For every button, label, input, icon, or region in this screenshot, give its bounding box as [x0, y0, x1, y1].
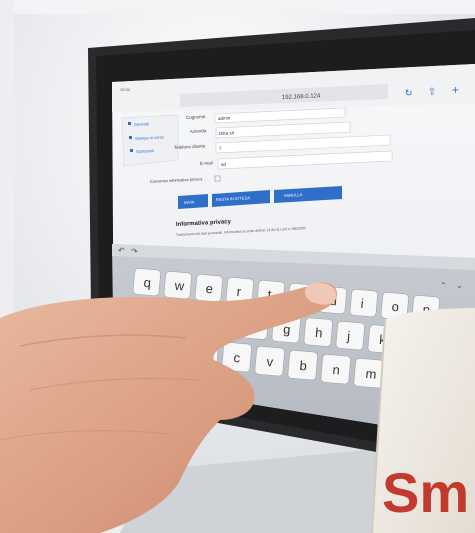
- new-tab-icon[interactable]: +: [452, 83, 459, 97]
- svg-text:INVIA: INVIA: [184, 199, 195, 205]
- chevron-down-icon[interactable]: ⌄: [456, 281, 463, 290]
- field-label-email: E-mail: [200, 160, 213, 166]
- sidebar-item-stampanti[interactable]: Stampanti: [136, 148, 154, 154]
- key-j[interactable]: [335, 321, 365, 351]
- svg-text:ANNULLA: ANNULLA: [284, 192, 303, 198]
- field-label-azienda: Azienda: [190, 128, 207, 134]
- svg-text:Ditta srl: Ditta srl: [219, 130, 235, 136]
- sidebar-item-generali[interactable]: Generali: [134, 121, 149, 127]
- key-label: h: [315, 325, 324, 341]
- sidebar: Generali Stampa in corso Stampanti: [121, 114, 179, 167]
- key-label: b: [299, 358, 308, 374]
- key-label: m: [365, 366, 377, 382]
- key-label: o: [391, 299, 400, 315]
- key-label: q: [143, 275, 152, 291]
- redo-icon[interactable]: ↷: [131, 247, 138, 256]
- field-label-cognome: Cognome: [186, 114, 206, 120]
- status-time: 10:34: [120, 87, 131, 92]
- key-label: e: [205, 281, 214, 297]
- photo-scene: 10:34 192.168.0.124 ↻ ⇧ + Generali Stamp…: [0, 0, 475, 533]
- svg-text:ad: ad: [221, 162, 227, 167]
- share-icon[interactable]: ⇧: [428, 87, 437, 98]
- key-label: w: [173, 278, 185, 294]
- foreground-card: Sm: [371, 308, 475, 533]
- chevron-up-icon[interactable]: ⌃: [440, 281, 447, 290]
- scene-svg: 10:34 192.168.0.124 ↻ ⇧ + Generali Stamp…: [0, 0, 475, 533]
- consent-checkbox[interactable]: [214, 175, 221, 182]
- card-text: Sm: [382, 461, 469, 524]
- key-label: n: [332, 362, 341, 378]
- undo-icon[interactable]: ↶: [118, 246, 125, 255]
- reload-icon[interactable]: ↻: [405, 88, 413, 98]
- svg-text:admin: admin: [218, 115, 231, 121]
- key-i[interactable]: [349, 289, 378, 318]
